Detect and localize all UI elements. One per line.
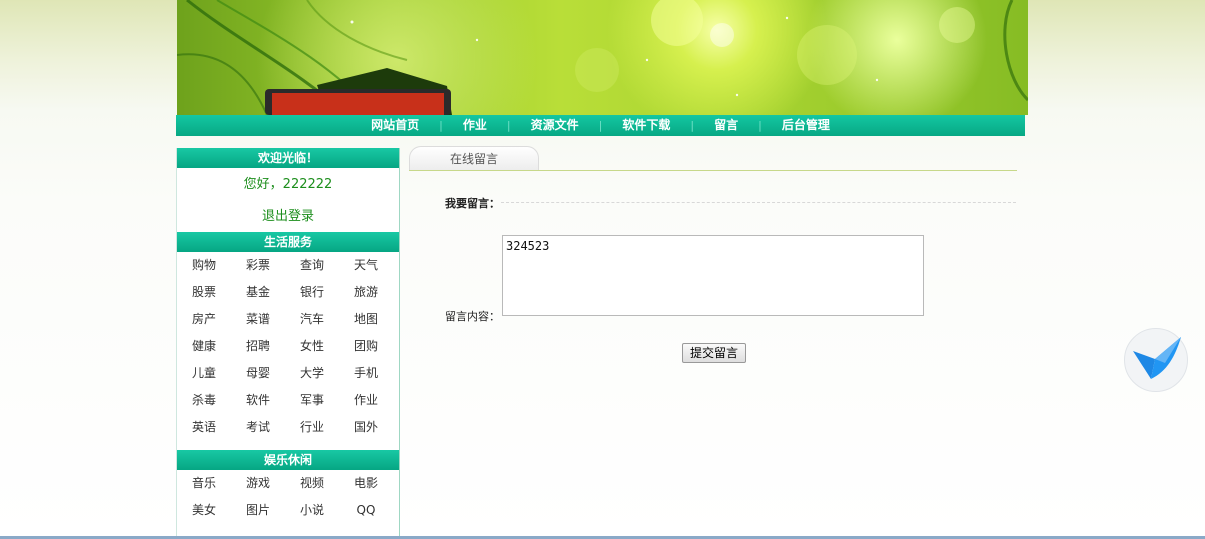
life-link[interactable]: 军事 — [285, 387, 339, 414]
life-services-grid: 购物 彩票 查询 天气股票 基金 银行 旅游房产 菜谱 汽车 地图健康 招聘 女性 团购儿童 母婴 大学 手机… — [177, 252, 399, 441]
life-link[interactable]: 母婴 — [231, 360, 285, 387]
life-services-header: 生活服务 — [177, 232, 399, 252]
life-link[interactable]: 行业 — [285, 414, 339, 441]
header-banner — [177, 0, 1028, 115]
life-link[interactable]: 手机 — [339, 360, 393, 387]
page: 网站首页 | 作业 | 资源文件 | 软件下载 | 留言 | 后台管理 欢迎光临… — [176, 0, 1028, 539]
fun-link[interactable]: 视频 — [285, 470, 339, 497]
top-nav: 网站首页 | 作业 | 资源文件 | 软件下载 | 留言 | 后台管理 — [176, 115, 1025, 136]
nav-homework[interactable]: 作业 — [443, 115, 507, 136]
life-link[interactable]: 查询 — [285, 252, 339, 279]
message-textarea[interactable]: 324523 — [502, 235, 924, 316]
life-link[interactable]: 杀毒 — [177, 387, 231, 414]
fun-link[interactable]: 游戏 — [231, 470, 285, 497]
entertainment-header: 娱乐休闲 — [177, 450, 399, 470]
life-link[interactable]: 菜谱 — [231, 306, 285, 333]
life-link[interactable]: 儿童 — [177, 360, 231, 387]
user-greeting: 您好，222222 — [243, 177, 333, 192]
fun-link[interactable]: 电影 — [339, 470, 393, 497]
life-link[interactable]: 女性 — [285, 333, 339, 360]
life-link[interactable]: 健康 — [177, 333, 231, 360]
life-link[interactable]: 大学 — [285, 360, 339, 387]
nav-guestbook[interactable]: 留言 — [694, 115, 758, 136]
fun-link[interactable]: 音乐 — [177, 470, 231, 497]
life-link[interactable]: 基金 — [231, 279, 285, 306]
banner-decoration — [177, 0, 1028, 115]
nav-resources[interactable]: 资源文件 — [511, 115, 599, 136]
fun-link[interactable]: 美女 — [177, 497, 231, 524]
fun-link[interactable]: 小说 — [285, 497, 339, 524]
life-link[interactable]: 旅游 — [339, 279, 393, 306]
tab-online-message[interactable]: 在线留言 — [409, 146, 539, 171]
life-link[interactable]: 团购 — [339, 333, 393, 360]
life-link[interactable]: 股票 — [177, 279, 231, 306]
life-link[interactable]: 汽车 — [285, 306, 339, 333]
my-message-label: 我要留言： — [445, 197, 500, 210]
bird-icon-graphic — [1133, 337, 1181, 379]
fun-link[interactable]: QQ — [339, 497, 393, 524]
fun-link[interactable]: 图片 — [231, 497, 285, 524]
entertainment-grid: 音乐 游戏 视频 电影美女 图片 小说 QQ — [177, 470, 399, 524]
life-link[interactable]: 国外 — [339, 414, 393, 441]
nav-home[interactable]: 网站首页 — [351, 115, 439, 136]
sidebar: 欢迎光临！ 您好，222222 退出登录 生活服务 购物 彩票 查询 天气股票 基金 银行… — [176, 148, 400, 539]
life-link[interactable]: 英语 — [177, 414, 231, 441]
content-label: 留言内容： — [445, 310, 500, 323]
submit-message-button[interactable]: 提交留言 — [682, 343, 746, 363]
life-link[interactable]: 彩票 — [231, 252, 285, 279]
life-link[interactable]: 地图 — [339, 306, 393, 333]
life-link[interactable]: 银行 — [285, 279, 339, 306]
life-link[interactable]: 作业 — [339, 387, 393, 414]
tab-underline — [409, 170, 1017, 171]
nav-admin[interactable]: 后台管理 — [762, 115, 850, 136]
life-link[interactable]: 软件 — [231, 387, 285, 414]
main-content: 在线留言 我要留言： 留言内容： 324523 提交留言 — [409, 146, 1018, 539]
life-link[interactable]: 天气 — [339, 252, 393, 279]
life-link[interactable]: 房产 — [177, 306, 231, 333]
dotted-divider — [501, 202, 1016, 204]
nav-software[interactable]: 软件下载 — [602, 115, 690, 136]
logout-link[interactable]: 退出登录 — [177, 202, 399, 232]
bird-icon[interactable] — [1124, 328, 1188, 392]
life-link[interactable]: 考试 — [231, 414, 285, 441]
welcome-header: 欢迎光临！ — [177, 148, 399, 168]
life-link[interactable]: 招聘 — [231, 333, 285, 360]
life-link[interactable]: 购物 — [177, 252, 231, 279]
